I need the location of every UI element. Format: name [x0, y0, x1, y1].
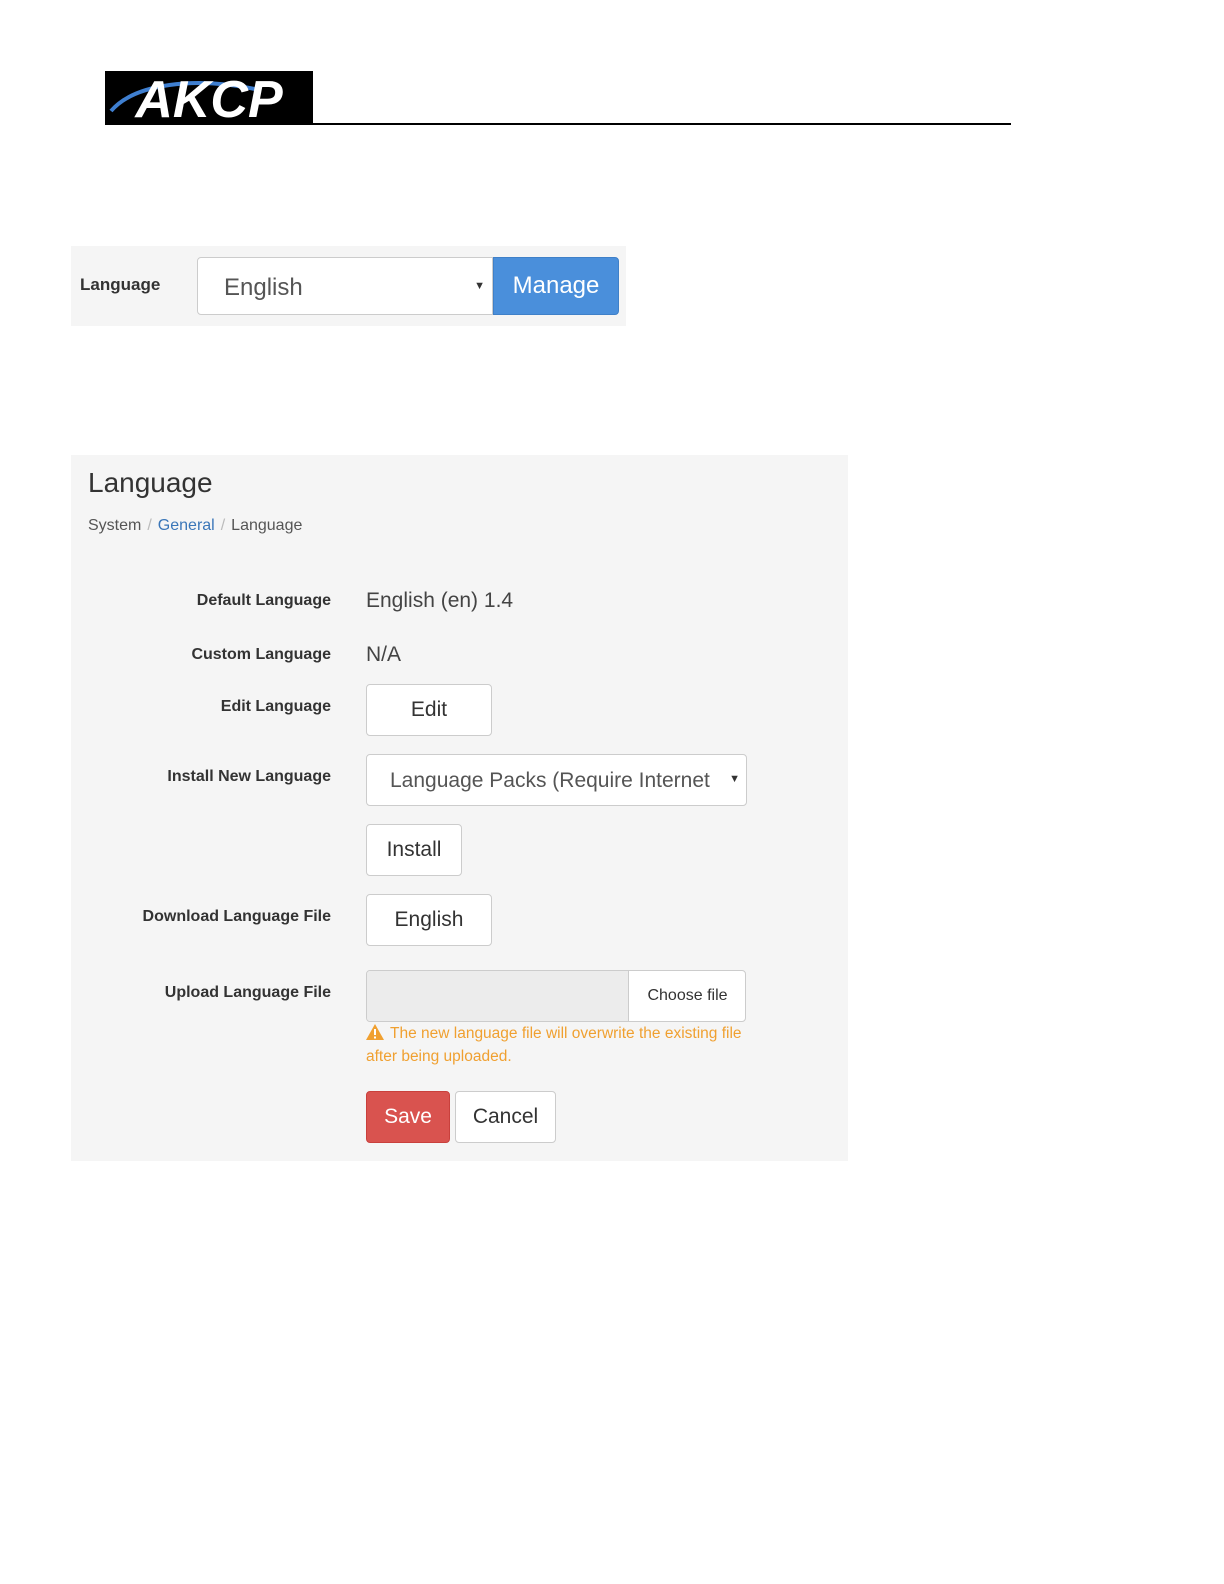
custom-language-value: N/A [366, 643, 402, 666]
breadcrumb-item-language: Language [231, 517, 303, 534]
language-pack-select-value: Language Packs (Require Internet [390, 769, 710, 792]
install-button[interactable]: Install [366, 824, 462, 876]
default-language-label: Default Language [196, 592, 331, 609]
warning-icon [366, 1024, 384, 1040]
language-selector-widget: Language English ▼ Manage [71, 246, 626, 326]
language-select-value: English [224, 274, 303, 301]
file-upload-input[interactable]: Choose file [366, 970, 746, 1022]
language-select[interactable]: English ▼ [197, 257, 493, 315]
download-english-button[interactable]: English [366, 894, 492, 946]
custom-language-label: Custom Language [191, 646, 331, 663]
default-language-value: English (en) 1.4 [366, 589, 514, 612]
logo-text: AKCP [133, 71, 283, 125]
page-title: Language [88, 467, 213, 498]
breadcrumb-separator: / [220, 517, 226, 534]
caret-down-icon: ▼ [474, 280, 485, 292]
file-path-field[interactable] [367, 971, 629, 1021]
language-settings-panel: Language System / General / Language Default… [71, 455, 848, 1161]
edit-language-button[interactable]: Edit [366, 684, 492, 736]
upload-warning: The new language file will overwrite the… [366, 1022, 746, 1068]
cancel-button[interactable]: Cancel [455, 1091, 556, 1143]
logo-graphic: AKCP [105, 71, 313, 125]
choose-file-button[interactable]: Choose file [629, 971, 745, 1021]
upload-language-file-label: Upload Language File [164, 984, 331, 1001]
manage-button[interactable]: Manage [493, 257, 619, 315]
language-label: Language [80, 275, 161, 294]
language-pack-select[interactable]: Language Packs (Require Internet ▼ [366, 754, 747, 806]
upload-warning-text: The new language file will overwrite the… [366, 1025, 742, 1065]
install-new-language-label: Install New Language [167, 768, 331, 785]
download-language-file-label: Download Language File [142, 908, 331, 925]
breadcrumb-link-general[interactable]: General [158, 517, 215, 534]
breadcrumb: System / General / Language [88, 517, 302, 535]
edit-language-label: Edit Language [220, 698, 331, 715]
header-divider [105, 123, 1011, 125]
caret-down-icon: ▼ [729, 773, 740, 785]
breadcrumb-item-system: System [88, 517, 142, 534]
save-button[interactable]: Save [366, 1091, 450, 1143]
akcp-logo: AKCP [105, 71, 313, 125]
breadcrumb-separator: / [147, 517, 152, 534]
